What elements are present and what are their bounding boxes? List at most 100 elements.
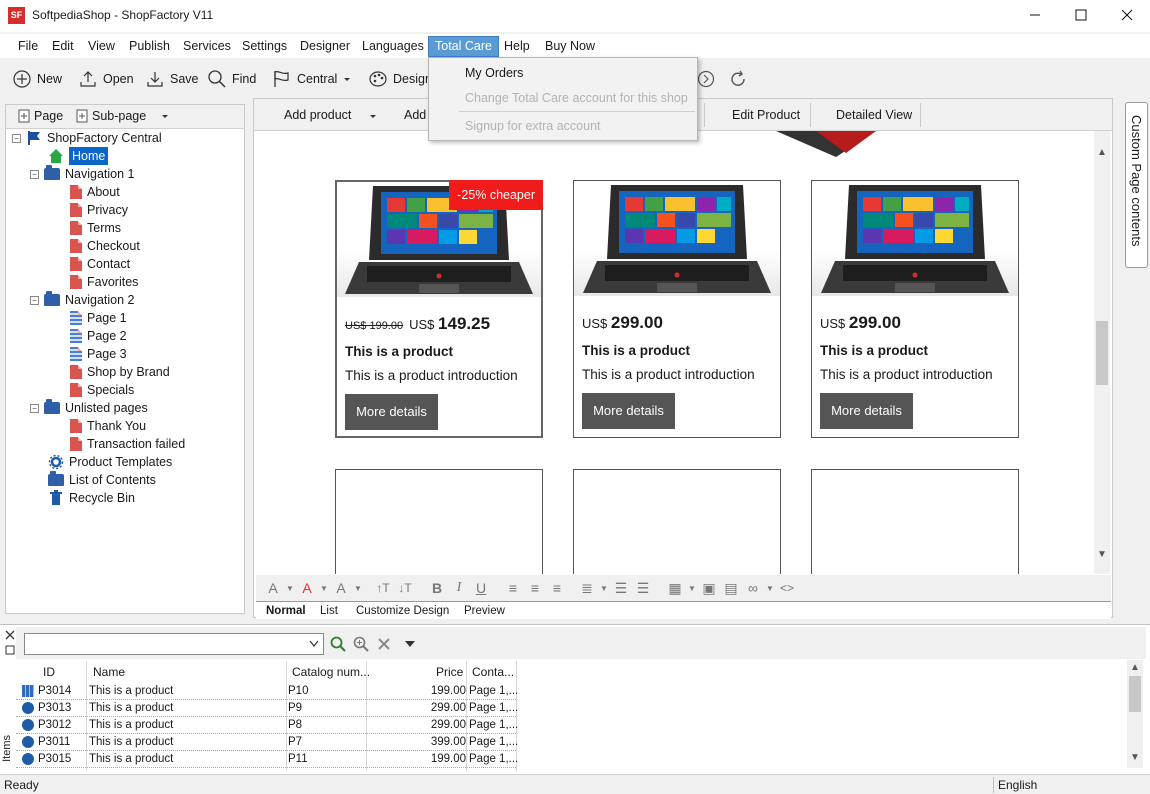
scroll-up-icon[interactable]: ▲ [1130,662,1140,673]
tree-item-shopfactory-central[interactable]: − ShopFactory Central [12,129,162,147]
bold-icon[interactable]: B [426,578,448,598]
add-button[interactable]: Add [404,99,426,131]
tree-item-privacy[interactable]: Privacy [70,201,128,219]
tree-item-contact[interactable]: Contact [70,255,130,273]
tab-list[interactable]: List [312,603,346,619]
image-icon[interactable]: ▣ [698,578,720,598]
add-page-button[interactable]: Page [18,109,63,123]
maximize-button[interactable] [1058,0,1104,30]
chevron-down-icon[interactable]: ▼ [598,578,610,598]
open-button[interactable]: Open [78,67,134,91]
empty-product-card[interactable] [335,469,543,574]
collapse-toggle[interactable]: − [12,133,21,143]
menu-view[interactable]: View [82,36,121,57]
column-header-catalog[interactable]: Catalog num... [292,665,370,679]
tree-item-navigation-1[interactable]: − Navigation 1 [30,165,135,183]
more-details-button[interactable]: More details [820,393,913,429]
new-button[interactable]: New [12,67,62,91]
menu-publish[interactable]: Publish [123,36,176,57]
tree-item-home[interactable]: Home [48,147,109,165]
media-icon[interactable]: ▤ [720,578,742,598]
menu-total-care[interactable]: Total Care [428,36,499,57]
highlight-icon[interactable]: A [330,578,352,598]
table-row[interactable]: P3013 This is a product P9 299.00 Page 1… [16,700,518,717]
scroll-down-icon[interactable]: ▼ [1097,549,1107,560]
menu-settings[interactable]: Settings [236,36,293,57]
font-icon[interactable]: A [262,578,284,598]
chevron-down-icon[interactable]: ▼ [284,578,296,598]
editor-scrollbar[interactable]: ▲ ▼ [1094,131,1110,574]
design-button[interactable]: Design [368,67,432,91]
tree-item-recycle-bin[interactable]: Recycle Bin [48,489,135,507]
save-button[interactable]: Save [145,67,199,91]
collapse-toggle[interactable]: − [30,295,39,305]
close-icon[interactable] [5,630,15,640]
chevron-down-icon[interactable]: ▼ [352,578,364,598]
align-right-icon[interactable]: ≡ [546,578,568,598]
tree-item-terms[interactable]: Terms [70,219,121,237]
tab-customize-design[interactable]: Customize Design [348,603,457,619]
status-language[interactable]: English [998,778,1037,792]
items-panel-label[interactable]: Items [1,735,13,762]
detailed-view-button[interactable]: Detailed View [836,99,912,131]
menu-help[interactable]: Help [498,36,536,57]
search-icon[interactable] [330,636,346,652]
collapse-toggle[interactable]: − [30,169,39,179]
tab-normal[interactable]: Normal [258,603,314,619]
page-canvas[interactable]: -25% cheaper US$ 199.00 US$ 149.25 This i… [256,131,1093,574]
clear-icon[interactable] [378,638,390,650]
refresh-button[interactable] [728,67,748,91]
product-card[interactable]: US$ 299.00 This is a product This is a p… [573,180,781,438]
indent-icon[interactable]: ≣ [576,578,598,598]
align-center-icon[interactable]: ≡ [524,578,546,598]
scroll-thumb[interactable] [1129,676,1141,712]
underline-icon[interactable]: U [470,578,492,598]
tree-item-unlisted-pages[interactable]: − Unlisted pages [30,399,148,417]
tree-item-shop-by-brand[interactable]: Shop by Brand [70,363,170,381]
more-details-button[interactable]: More details [345,394,438,430]
column-header-price[interactable]: Price [436,665,463,679]
tree-item-list-of-contents[interactable]: List of Contents [48,471,156,489]
menu-services[interactable]: Services [177,36,237,57]
menu-edit[interactable]: Edit [46,36,80,57]
table-icon[interactable]: ▦ [664,578,686,598]
collapse-toggle[interactable]: − [30,403,39,413]
tree-item-favorites[interactable]: Favorites [70,273,138,291]
tree-item-navigation-2[interactable]: − Navigation 2 [30,291,135,309]
find-button[interactable]: Find [207,67,256,91]
tree-item-specials[interactable]: Specials [70,381,134,399]
zoom-icon[interactable] [353,636,369,652]
scroll-up-icon[interactable]: ▲ [1097,147,1107,158]
decrease-font-icon[interactable]: ↓T [394,578,416,598]
table-row[interactable]: P3012 This is a product P8 299.00 Page 1… [16,717,518,734]
menu-file[interactable]: File [12,36,44,57]
menu-buy-now[interactable]: Buy Now [539,36,601,57]
link-icon[interactable]: ∞ [742,578,764,598]
bullet-list-icon[interactable]: ☰ [632,578,654,598]
align-left-icon[interactable]: ≡ [502,578,524,598]
chevron-down-icon[interactable]: ▼ [686,578,698,598]
add-subpage-button[interactable]: Sub-page [76,109,170,123]
menu-designer[interactable]: Designer [294,36,356,57]
chevron-down-icon[interactable]: ▼ [318,578,330,598]
chevron-down-icon[interactable]: ▼ [764,578,776,598]
column-header-name[interactable]: Name [93,665,125,679]
central-button[interactable]: Central [272,67,352,91]
tree-item-checkout[interactable]: Checkout [70,237,140,255]
tree-item-page-1[interactable]: Page 1 [70,309,127,327]
close-button[interactable] [1104,0,1150,30]
column-header-contains[interactable]: Conta... [472,665,514,679]
add-product-button[interactable]: Add product [284,99,351,131]
restore-icon[interactable] [5,645,15,655]
column-header-id[interactable]: ID [43,665,55,679]
menu-item-my-orders[interactable]: My Orders [465,66,523,80]
tree-item-page-2[interactable]: Page 2 [70,327,127,345]
minimize-button[interactable] [1012,0,1058,30]
tree-item-product-templates[interactable]: Product Templates [48,453,172,471]
numbered-list-icon[interactable]: ☰ [610,578,632,598]
font-color-icon[interactable]: A [296,578,318,598]
tree-item-about[interactable]: About [70,183,120,201]
chevron-down-icon[interactable] [405,641,415,647]
product-card[interactable]: -25% cheaper US$ 199.00 US$ 149.25 This i… [335,180,543,438]
tree-item-thank-you[interactable]: Thank You [70,417,146,435]
